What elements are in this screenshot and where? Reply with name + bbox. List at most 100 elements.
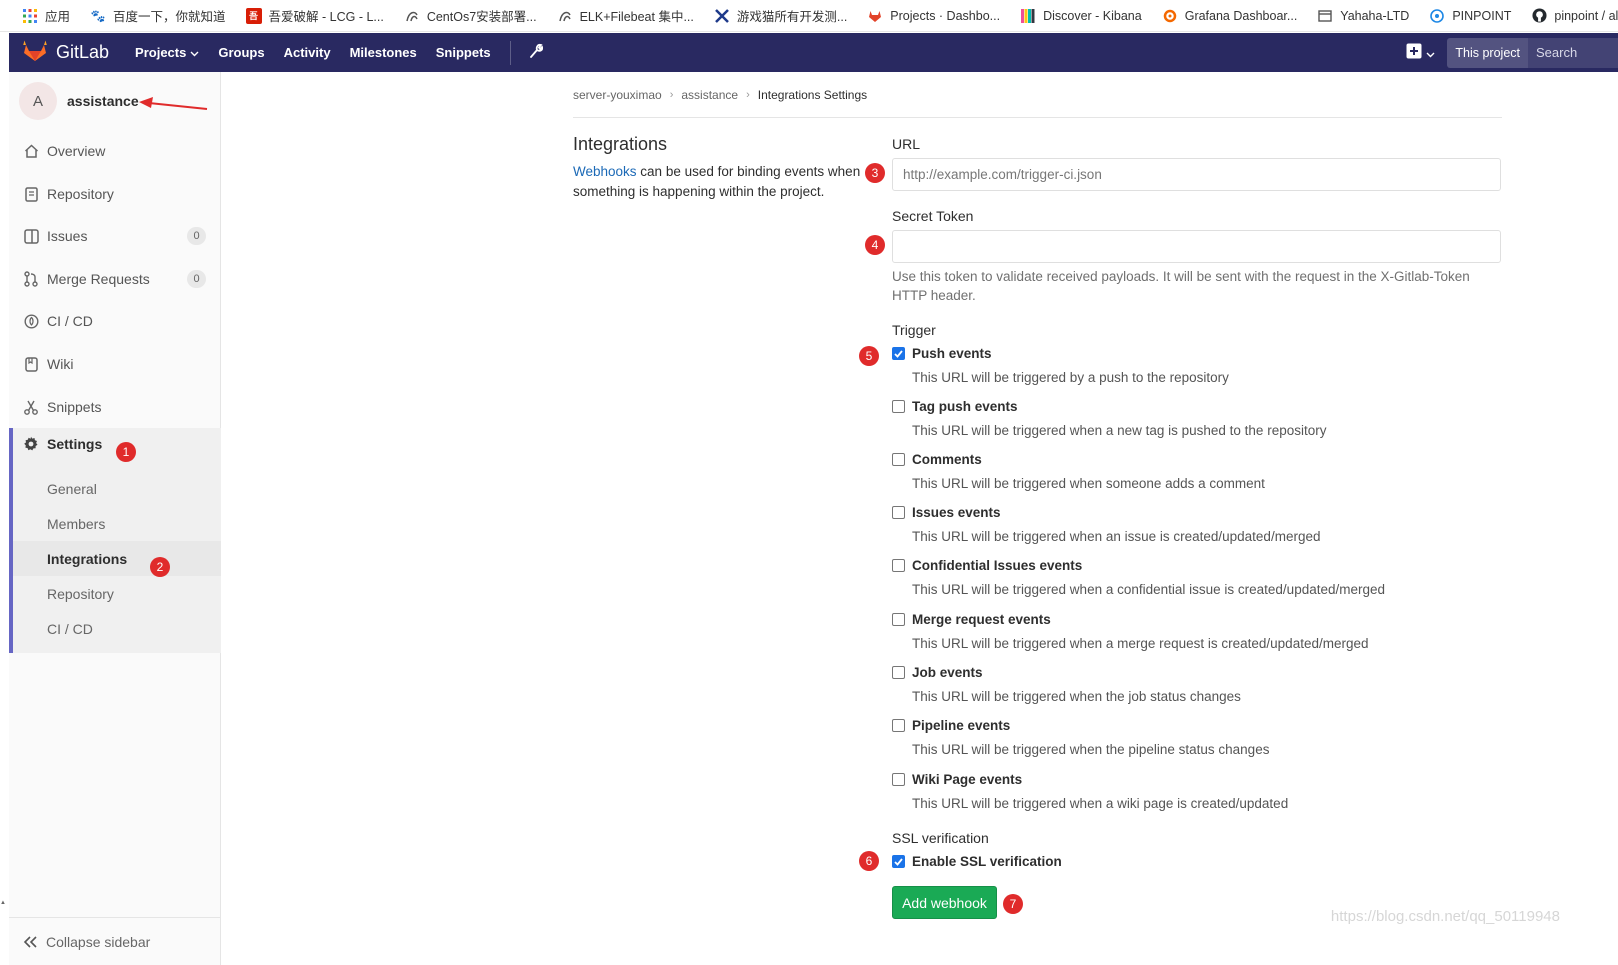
merge-request-events-checkbox[interactable] <box>892 613 905 626</box>
bookmark-grafana[interactable]: Grafana Dashboar... <box>1162 8 1297 24</box>
trigger-wiki-page-events[interactable]: Wiki Page events <box>892 772 1022 787</box>
bookmark-label: CentOs7安装部署... <box>426 10 537 24</box>
sidebar-item-merge-requests[interactable]: Merge Requests 0 <box>9 259 221 299</box>
job-events-checkbox[interactable] <box>892 666 905 679</box>
sidebar-item-label: Wiki <box>47 356 74 372</box>
sidebar-subitem-members[interactable]: Members <box>13 506 221 541</box>
breadcrumb-current[interactable]: Integrations Settings <box>758 88 867 102</box>
sidebar-item-repository[interactable]: Repository <box>9 174 221 214</box>
pipeline-events-checkbox[interactable] <box>892 719 905 732</box>
sidebar-item-overview[interactable]: Overview <box>9 131 221 171</box>
window-icon <box>1317 8 1333 24</box>
sidebar-subitem-integrations[interactable]: Integrations <box>13 541 221 576</box>
comments-label: Comments <box>912 452 982 467</box>
bookmark-label: pinpoint / alarm <box>1554 8 1618 23</box>
trigger-issues-events[interactable]: Issues events <box>892 505 1001 520</box>
add-webhook-button[interactable]: Add webhook <box>892 886 997 919</box>
wiki-page-events-label: Wiki Page events <box>912 772 1023 787</box>
job-events-help: This URL will be triggered when the job … <box>912 689 1241 704</box>
nav-groups[interactable]: Groups <box>218 45 264 60</box>
issues-events-help: This URL will be triggered when an issue… <box>912 529 1321 544</box>
pipeline-events-label: Pipeline events <box>912 718 1011 733</box>
trigger-tag-push-events[interactable]: Tag push events <box>892 399 1018 414</box>
sidebar-subitem-repository[interactable]: Repository <box>13 576 221 611</box>
chevron-right-icon: › <box>746 89 750 101</box>
nav-milestones[interactable]: Milestones <box>350 45 417 60</box>
github-icon <box>1531 8 1547 24</box>
doc-icon <box>23 186 39 202</box>
bookmark-pinpoint[interactable]: PINPOINT <box>1429 8 1511 24</box>
confidential-issues-events-label: Confidential Issues events <box>912 558 1083 573</box>
webhooks-link[interactable]: Webhooks <box>573 164 637 179</box>
bookmark-label: Yahaha-LTD <box>1340 8 1410 23</box>
ssl-verification-option[interactable]: Enable SSL verification <box>892 854 1062 869</box>
bookmark-apps[interactable]: 应用 <box>22 6 70 25</box>
trigger-comments[interactable]: Comments <box>892 452 982 467</box>
sidebar-item-settings[interactable]: Settings <box>23 436 102 452</box>
nav-activity[interactable]: Activity <box>284 45 331 60</box>
bookmark-kibana[interactable]: Discover - Kibana <box>1020 8 1142 24</box>
new-item-dropdown[interactable] <box>1406 43 1435 62</box>
double-chevron-left-icon <box>23 935 38 948</box>
sidebar-item-wiki[interactable]: Wiki <box>9 344 221 384</box>
sidebar-item-snippets[interactable]: Snippets <box>9 387 221 427</box>
push-events-checkbox[interactable] <box>892 347 905 360</box>
wrench-icon[interactable] <box>529 43 543 62</box>
bookmark-52pojie[interactable]: 吾 吾爱破解 - LCG - L... <box>245 6 384 25</box>
tag-push-events-checkbox[interactable] <box>892 400 905 413</box>
ssl-verification-checkbox[interactable] <box>892 855 905 868</box>
topnav-right: This project <box>1406 33 1618 72</box>
bookmark-yahaha[interactable]: Yahaha-LTD <box>1317 8 1409 24</box>
bookmark-label: 游戏猫所有开发测... <box>736 10 848 24</box>
confidential-issues-events-checkbox[interactable] <box>892 559 905 572</box>
sidebar-item-ci-cd[interactable]: CI / CD <box>9 301 221 341</box>
nav-divider <box>509 40 511 65</box>
trigger-merge-request-events[interactable]: Merge request events <box>892 612 1051 627</box>
trigger-label: Trigger <box>892 322 936 338</box>
sidebar-subitem-ci-cd[interactable]: CI / CD <box>13 611 221 646</box>
search-scope[interactable]: This project <box>1447 37 1528 68</box>
trigger-job-events[interactable]: Job events <box>892 665 983 680</box>
wiki-page-events-checkbox[interactable] <box>892 773 905 786</box>
push-events-help: This URL will be triggered by a push to … <box>912 370 1229 385</box>
sidebar-item-issues[interactable]: Issues 0 <box>9 216 221 256</box>
collapse-sidebar-button[interactable]: Collapse sidebar <box>9 917 220 965</box>
brand-name: GitLab <box>56 42 110 62</box>
trigger-push-events[interactable]: Push events <box>892 346 992 361</box>
search-input[interactable] <box>1528 37 1618 68</box>
bookmark-baidu[interactable]: 🐾 百度一下，你就知道 <box>90 6 226 25</box>
secret-token-input[interactable] <box>892 230 1501 263</box>
apps-grid-icon <box>22 8 38 24</box>
gitlab-home-link[interactable]: GitLab <box>23 40 109 65</box>
nav-snippets[interactable]: Snippets <box>436 45 491 60</box>
merge-requests-count-badge: 0 <box>187 270 206 288</box>
bookmark-youximao[interactable]: 游戏猫所有开发测... <box>714 6 847 25</box>
pipeline-events-help: This URL will be triggered when the pipe… <box>912 742 1270 757</box>
sidebar-subitem-general[interactable]: General <box>13 471 221 506</box>
annotation-arrow-icon <box>137 96 209 115</box>
bookmark-gitlab-projects[interactable]: Projects · Dashbo... <box>867 8 1000 24</box>
baidu-paw-icon: 🐾 <box>90 8 106 23</box>
breadcrumb-project[interactable]: assistance <box>681 88 738 102</box>
bookmark-centos[interactable]: CentOs7安装部署... <box>404 6 537 25</box>
sidebar-item-label: Issues <box>47 228 88 244</box>
url-input[interactable] <box>892 158 1501 191</box>
trigger-confidential-issues-events[interactable]: Confidential Issues events <box>892 558 1082 573</box>
book-icon <box>23 356 39 372</box>
gear-icon <box>23 436 39 452</box>
trigger-pipeline-events[interactable]: Pipeline events <box>892 718 1010 733</box>
confidential-issues-events-help: This URL will be triggered when a confid… <box>912 582 1386 597</box>
bookmark-pinpoint-alarm[interactable]: pinpoint / alarm <box>1531 8 1618 24</box>
wiki-page-events-help: This URL will be triggered when a wiki p… <box>912 796 1289 811</box>
scroll-arrow-icon[interactable]: ▲ <box>0 900 6 908</box>
bookmark-label: ELK+Filebeat 集中... <box>579 10 694 24</box>
bookmark-elk[interactable]: ELK+Filebeat 集中... <box>557 6 694 25</box>
breadcrumb-group[interactable]: server-youximao <box>573 88 662 102</box>
issues-count-badge: 0 <box>187 227 206 245</box>
url-label: URL <box>892 136 921 152</box>
nav-projects[interactable]: Projects <box>135 45 199 60</box>
annotation-marker-4: 4 <box>865 235 885 255</box>
merge-request-events-help: This URL will be triggered when a merge … <box>912 636 1369 651</box>
issues-events-checkbox[interactable] <box>892 506 905 519</box>
comments-checkbox[interactable] <box>892 453 905 466</box>
